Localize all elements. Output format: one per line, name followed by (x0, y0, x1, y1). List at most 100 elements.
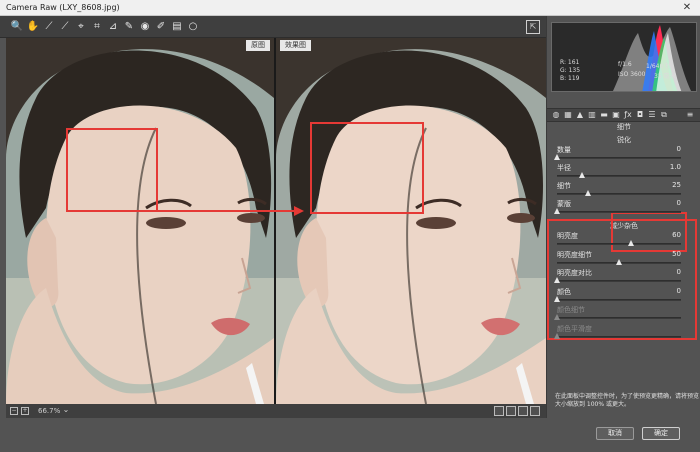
focal-length-value: 35 毫米 (654, 73, 676, 80)
slider-thumb-icon[interactable] (554, 332, 560, 339)
slider-noise-1[interactable]: 明亮度细节 50 (557, 250, 685, 268)
copy-settings-icon[interactable] (518, 406, 528, 416)
zoom-in-button[interactable]: + (21, 407, 29, 415)
slider-value[interactable]: 50 (672, 250, 681, 258)
effects-tab-icon[interactable]: ƒx (623, 110, 633, 120)
hand-tool-icon[interactable]: ✋ (26, 20, 40, 34)
snapshots-tab-icon[interactable]: ⧉ (659, 110, 669, 120)
readout-g: G: 135 (560, 67, 581, 74)
after-highlight-box (310, 122, 424, 214)
slider-label: 细节 (557, 182, 571, 190)
ok-button[interactable]: 确定 (642, 427, 680, 440)
presets-tab-icon[interactable]: ☰ (647, 110, 657, 120)
aperture-value: f/1.6 (618, 61, 632, 68)
swap-view-icon[interactable] (506, 406, 516, 416)
slider-label: 颜色细节 (557, 306, 585, 314)
lens-corrections-tab-icon[interactable]: ▣ (611, 110, 621, 120)
slider-label: 颜色平滑度 (557, 324, 592, 333)
graduated-filter-tool-icon[interactable]: ▤ (170, 20, 184, 34)
slider-thumb-icon[interactable] (578, 172, 585, 178)
color-sampler-tool-icon[interactable]: ⟋ (58, 20, 72, 34)
slider-thumb-icon[interactable] (616, 258, 622, 265)
slider-noise-2[interactable]: 明亮度对比 0 (554, 268, 685, 286)
cancel-button[interactable]: 取消 (596, 427, 634, 440)
slider-track[interactable] (557, 193, 681, 195)
slider-track[interactable] (557, 175, 681, 177)
before-highlight-box (66, 128, 158, 212)
readout-b: B: 119 (560, 75, 580, 82)
before-after-view-icon[interactable] (494, 406, 504, 416)
slider-value[interactable]: 60 (672, 231, 681, 239)
slider-noise-5[interactable]: 颜色平滑度 (554, 324, 685, 342)
slider-value[interactable]: 0 (677, 268, 681, 276)
slider-sharpen-1[interactable]: 半径 1.0 (557, 163, 685, 181)
slider-value[interactable]: 0 (677, 199, 681, 207)
detail-tab-icon[interactable]: ▲ (575, 110, 585, 120)
crop-tool-icon[interactable]: ⌗ (90, 20, 104, 34)
slider-thumb-icon[interactable] (554, 295, 560, 302)
adjustment-brush-tool-icon[interactable]: ✐ (154, 20, 168, 34)
right-panel: R: 161 G: 135 B: 119 f/1.6 1/640 秒 ISO 3… (546, 16, 700, 418)
slider-noise-4[interactable]: 颜色细节 (554, 305, 685, 323)
slider-thumb-icon[interactable] (554, 154, 560, 160)
iso-value: ISO 3600 (618, 71, 646, 78)
slider-sharpen-0[interactable]: 数量 0 (554, 145, 685, 163)
slider-value[interactable]: 1.0 (670, 163, 681, 171)
zoom-dropdown-icon[interactable]: ⌄ (62, 406, 70, 415)
basic-tab-icon[interactable]: ◍ (551, 110, 561, 120)
status-bar: − + 66.7% ⌄ (6, 404, 546, 418)
slider-thumb-icon[interactable] (554, 314, 560, 320)
window-title: Camera Raw (LXY_8608.jpg) (6, 3, 120, 12)
slider-thumb-icon[interactable] (554, 208, 560, 214)
before-photo: 原图 (6, 38, 274, 404)
view-settings-icon[interactable] (530, 406, 540, 416)
readout-r: R: 161 (560, 59, 580, 66)
before-label: 原图 (246, 40, 270, 51)
split-toning-tab-icon[interactable]: ▬ (599, 110, 609, 120)
slider-label: 明亮度对比 (557, 269, 592, 277)
slider-label: 明亮度 (557, 232, 578, 240)
slider-sharpen-2[interactable]: 细节 25 (557, 181, 685, 199)
panel-title: 细节 (617, 123, 631, 131)
window-titlebar: Camera Raw (LXY_8608.jpg) ✕ (0, 0, 700, 16)
spot-removal-tool-icon[interactable]: ✎ (122, 20, 136, 34)
shutter-value: 1/640 秒 (646, 63, 672, 70)
after-label: 效果图 (280, 40, 311, 51)
slider-thumb-icon[interactable] (628, 240, 635, 246)
straighten-tool-icon[interactable]: ⊿ (106, 20, 120, 34)
slider-track[interactable] (557, 280, 681, 282)
after-photo: 效果图 (276, 38, 546, 404)
slider-track[interactable] (557, 157, 681, 159)
slider-track[interactable] (557, 211, 681, 213)
targeted-adjustment-tool-icon[interactable]: ⌖ (74, 20, 88, 34)
slider-value[interactable]: 0 (677, 145, 681, 153)
slider-track[interactable] (557, 335, 681, 338)
camera-calibration-tab-icon[interactable]: ◘ (635, 110, 645, 120)
slider-thumb-icon[interactable] (554, 277, 560, 283)
slider-track[interactable] (557, 317, 681, 319)
slider-sharpen-3[interactable]: 蒙版 0 (554, 199, 685, 217)
slider-label: 半径 (557, 164, 571, 172)
red-eye-tool-icon[interactable]: ◉ (138, 20, 152, 34)
zoom-level[interactable]: 66.7% (38, 404, 60, 418)
preview-canvas[interactable]: 原图 效果图 (6, 38, 546, 404)
export-icon[interactable]: ⇱ (526, 20, 540, 34)
slider-noise-0[interactable]: 明亮度 60 (557, 231, 685, 249)
hsl-tab-icon[interactable]: ▥ (587, 110, 597, 120)
toolbar: ⇱ 🔍 ✋ ⟋ ⟋ ⌖ ⌗ ⊿ ✎ ◉ ✐ ▤ ○ (0, 16, 546, 38)
tone-curve-tab-icon[interactable]: ▦ (563, 110, 573, 120)
slider-track[interactable] (557, 298, 681, 301)
slider-value[interactable]: 0 (677, 287, 681, 295)
slider-value[interactable]: 25 (672, 181, 681, 189)
slider-track[interactable] (557, 243, 681, 245)
radial-filter-tool-icon[interactable]: ○ (186, 20, 200, 34)
slider-thumb-icon[interactable] (585, 190, 591, 196)
panel-menu-icon[interactable]: ≡ (685, 110, 695, 120)
slider-label: 明亮度细节 (557, 250, 592, 259)
zoom-tool-icon[interactable]: 🔍 (10, 20, 24, 34)
zoom-out-button[interactable]: − (10, 407, 18, 415)
close-icon[interactable]: ✕ (674, 0, 700, 16)
slider-noise-3[interactable]: 颜色 0 (554, 287, 685, 305)
histogram: R: 161 G: 135 B: 119 f/1.6 1/640 秒 ISO 3… (551, 22, 697, 92)
white-balance-tool-icon[interactable]: ⟋ (42, 20, 56, 34)
